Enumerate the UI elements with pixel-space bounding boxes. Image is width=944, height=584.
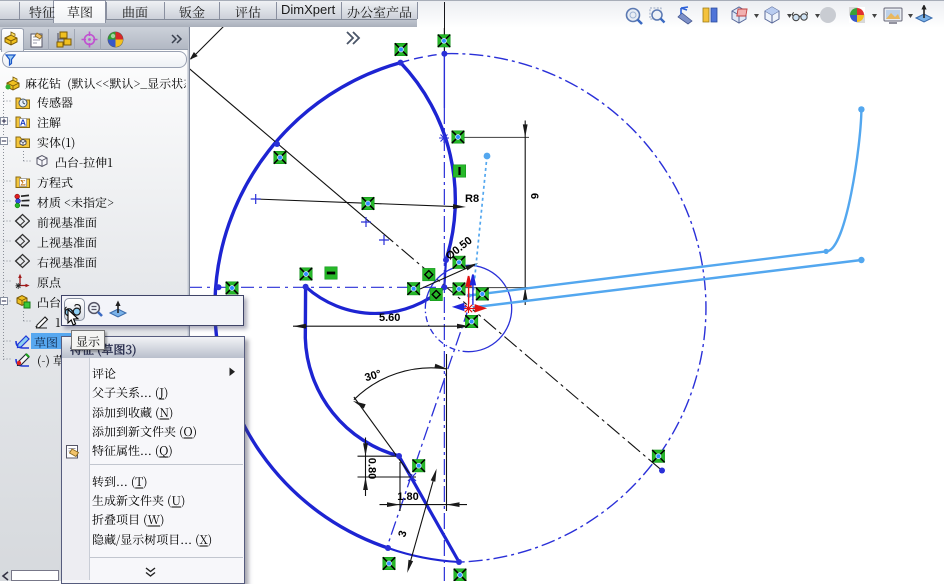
- svg-text:30°: 30°: [363, 368, 382, 384]
- svg-text:3: 3: [396, 529, 409, 538]
- svg-text:Σ: Σ: [20, 178, 26, 188]
- svg-text:0.80: 0.80: [366, 458, 378, 479]
- svg-text:6: 6: [528, 193, 540, 199]
- svg-text:R8: R8: [465, 193, 479, 205]
- svg-text:5.60: 5.60: [379, 312, 400, 324]
- svg-text:A: A: [19, 118, 25, 128]
- svg-text:1.80: 1.80: [397, 491, 418, 503]
